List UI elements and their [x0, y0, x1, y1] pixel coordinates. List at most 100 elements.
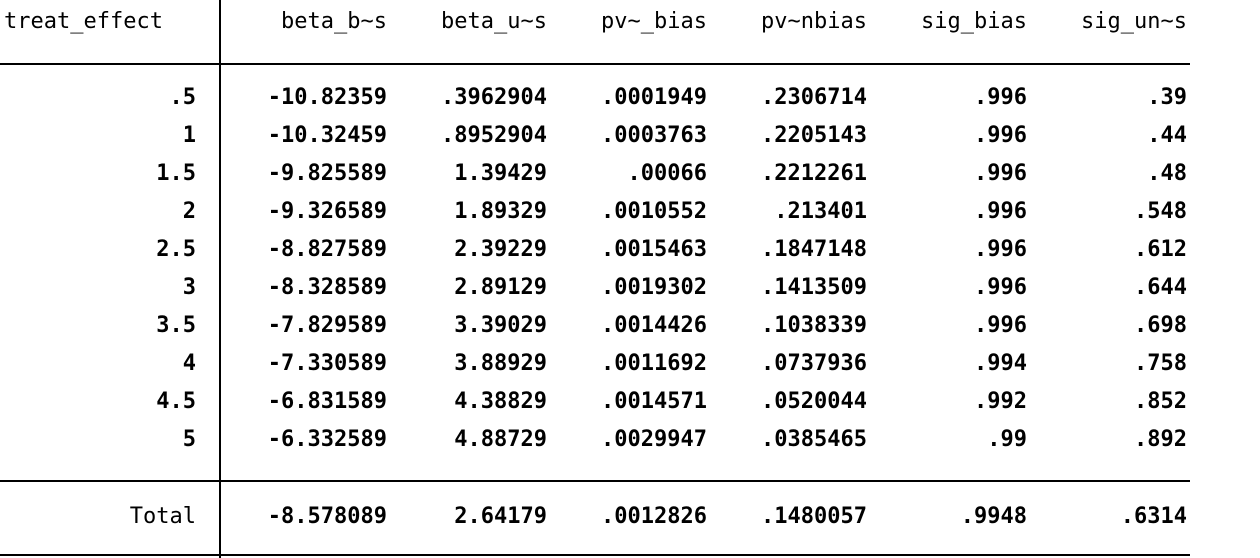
row-label: 4.5: [156, 389, 196, 414]
stata-summary-table: treat_effect beta_b~s beta_u~s pv~_bias pv~n…: [0, 0, 1260, 558]
table-cell: .1480057: [761, 504, 867, 529]
table-cell: -7.330589: [267, 351, 387, 376]
table-cell: 1.39429: [454, 161, 547, 186]
table-cell: .0019302: [601, 275, 707, 300]
column-header: beta_b~s: [281, 9, 387, 34]
table-cell: .996: [974, 161, 1027, 186]
table-cell: 2.64179: [454, 504, 547, 529]
table-cell: .99: [987, 427, 1027, 452]
table-cell: .992: [974, 389, 1027, 414]
column-header: pv~_bias: [601, 9, 707, 34]
row-label: 2: [182, 199, 196, 224]
table-cell: .644: [1134, 275, 1187, 300]
table-cell: .612: [1134, 237, 1187, 262]
table-cell: .1038339: [761, 313, 867, 338]
table-cell: -10.82359: [267, 85, 387, 110]
table-cell: .0520044: [761, 389, 867, 414]
table-row: 4 -7.330589 3.88929 .0011692 .0737936 .994 .75…: [0, 345, 1260, 383]
table-cell: .00066: [627, 161, 707, 186]
row-label: 4: [182, 351, 196, 376]
table-cell: 1.89329: [454, 199, 547, 224]
row-label: 3: [182, 275, 196, 300]
header-rule: [0, 63, 1190, 65]
table-cell: .996: [974, 199, 1027, 224]
table-cell: -8.578089: [267, 504, 387, 529]
table-cell: .1847148: [761, 237, 867, 262]
table-cell: .8952904: [441, 123, 547, 148]
table-cell: -8.328589: [267, 275, 387, 300]
row-label: 1: [182, 123, 196, 148]
table-cell: 4.38829: [454, 389, 547, 414]
table-cell: .2205143: [761, 123, 867, 148]
row-label: .5: [169, 85, 197, 110]
table-cell: -10.32459: [267, 123, 387, 148]
table-cell: .996: [974, 237, 1027, 262]
table-cell: .39: [1147, 85, 1187, 110]
table-cell: 4.88729: [454, 427, 547, 452]
table-cell: .6314: [1120, 504, 1187, 529]
row-label: Total: [129, 504, 196, 529]
table-cell: 3.88929: [454, 351, 547, 376]
table-cell: .213401: [774, 199, 867, 224]
row-label: 2.5: [156, 237, 196, 262]
table-cell: .698: [1134, 313, 1187, 338]
bottom-rule: [0, 554, 1190, 556]
table-cell: .1413509: [761, 275, 867, 300]
table-cell: -8.827589: [267, 237, 387, 262]
table-row: 3 -8.328589 2.89129 .0019302 .1413509 .996 .64…: [0, 269, 1260, 307]
table-cell: .852: [1134, 389, 1187, 414]
table-cell: .9948: [960, 504, 1027, 529]
table-cell: .0014426: [601, 313, 707, 338]
table-cell: .0010552: [601, 199, 707, 224]
table-cell: .0001949: [601, 85, 707, 110]
column-header: sig_bias: [921, 9, 1027, 34]
table-cell: .996: [974, 275, 1027, 300]
table-cell: -9.326589: [267, 199, 387, 224]
row-label: 5: [182, 427, 196, 452]
table-cell: .0011692: [601, 351, 707, 376]
table-cell: .0014571: [601, 389, 707, 414]
table-cell: .2306714: [761, 85, 867, 110]
column-header: pv~nbias: [761, 9, 867, 34]
table-row: 5 -6.332589 4.88729 .0029947 .0385465 .99 .892: [0, 421, 1260, 459]
table-total-row: Total -8.578089 2.64179 .0012826 .1480057 .99…: [0, 498, 1260, 536]
table-cell: .994: [974, 351, 1027, 376]
table-cell: .892: [1134, 427, 1187, 452]
table-row: 2 -9.326589 1.89329 .0010552 .213401 .996 .548: [0, 193, 1260, 231]
table-cell: -6.332589: [267, 427, 387, 452]
table-cell: .0737936: [761, 351, 867, 376]
table-row: 1.5 -9.825589 1.39429 .00066 .2212261 .996 .48: [0, 155, 1260, 193]
table-cell: .548: [1134, 199, 1187, 224]
table-cell: .996: [974, 123, 1027, 148]
table-cell: .758: [1134, 351, 1187, 376]
column-header: treat_effect: [4, 9, 163, 34]
table-cell: .3962904: [441, 85, 547, 110]
row-label: 3.5: [156, 313, 196, 338]
row-label: 1.5: [156, 161, 196, 186]
table-row: .5 -10.82359 .3962904 .0001949 .2306714 .996.…: [0, 79, 1260, 117]
table-header-row: treat_effect beta_b~s beta_u~s pv~_bias pv~n…: [0, 3, 1260, 41]
table-cell: .0012826: [601, 504, 707, 529]
table-cell: 2.39229: [454, 237, 547, 262]
table-cell: -6.831589: [267, 389, 387, 414]
table-cell: .2212261: [761, 161, 867, 186]
table-cell: .0003763: [601, 123, 707, 148]
table-cell: .44: [1147, 123, 1187, 148]
column-header: beta_u~s: [441, 9, 547, 34]
table-row: 4.5 -6.831589 4.38829 .0014571 .0520044 .992.…: [0, 383, 1260, 421]
table-cell: 2.89129: [454, 275, 547, 300]
table-cell: .996: [974, 313, 1027, 338]
table-row: 1 -10.32459 .8952904 .0003763 .2205143 .996 .4…: [0, 117, 1260, 155]
table-cell: .0029947: [601, 427, 707, 452]
table-cell: -9.825589: [267, 161, 387, 186]
table-cell: .0385465: [761, 427, 867, 452]
table-cell: .48: [1147, 161, 1187, 186]
column-header: sig_un~s: [1081, 9, 1187, 34]
table-cell: -7.829589: [267, 313, 387, 338]
total-rule: [0, 480, 1190, 482]
table-row: 3.5 -7.829589 3.39029 .0014426 .1038339 .996.…: [0, 307, 1260, 345]
table-row: 2.5 -8.827589 2.39229 .0015463 .1847148 .996.…: [0, 231, 1260, 269]
table-cell: 3.39029: [454, 313, 547, 338]
table-cell: .0015463: [601, 237, 707, 262]
table-cell: .996: [974, 85, 1027, 110]
